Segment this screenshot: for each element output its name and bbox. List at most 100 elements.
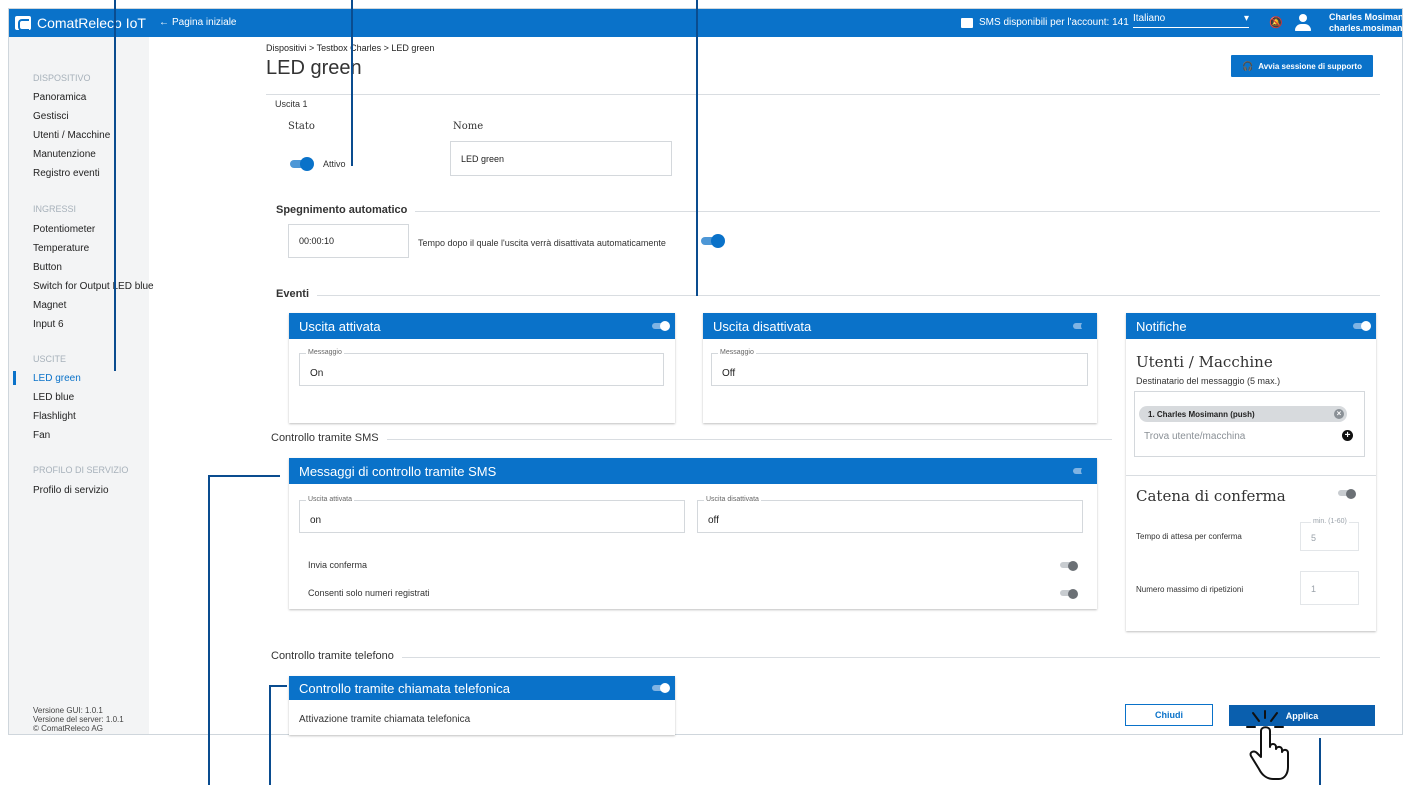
auto-off-time-input[interactable]: 00:00:10 — [288, 224, 409, 258]
event-off-message-field[interactable]: Messaggio Off — [711, 349, 1088, 386]
chain-heading: Catena di conferma — [1136, 487, 1286, 505]
send-confirm-label: Invia conferma — [308, 560, 368, 570]
event-off-card: Uscita disattivata Messaggio Off — [703, 313, 1097, 423]
event-off-title: Uscita disattivata — [713, 318, 812, 334]
sidebar: DISPOSITIVO Panoramica Gestisci Utenti /… — [9, 37, 154, 734]
close-icon[interactable]: × — [1334, 409, 1344, 419]
sidebar-item-flashlight[interactable]: Flashlight — [33, 411, 76, 422]
sidebar-item-button[interactable]: Button — [33, 262, 62, 273]
notifications-divider — [1126, 475, 1376, 476]
sidebar-item-manutenzione[interactable]: Manutenzione — [33, 149, 96, 160]
sms-on-field[interactable]: Uscita attivata on — [299, 496, 685, 533]
home-link[interactable]: ← Pagina iniziale — [159, 17, 237, 28]
message-icon — [961, 17, 973, 28]
sms-off-legend: Uscita disattivata — [704, 496, 761, 503]
event-on-toggle[interactable] — [651, 321, 670, 331]
sms-off-value: off — [708, 515, 719, 526]
sidebar-item-led-green[interactable]: LED green — [33, 373, 81, 384]
sidebar-item-panoramica[interactable]: Panoramica — [33, 92, 86, 103]
recipients-label: Destinatario del messaggio (5 max.) — [1136, 376, 1281, 386]
phone-heading: Controllo tramite telefono — [271, 650, 402, 662]
sms-on-value: on — [310, 515, 322, 526]
event-off-message-value: Off — [722, 368, 736, 379]
wait-value: 5 — [1311, 533, 1317, 543]
callout-line-sms-h — [208, 475, 280, 477]
event-off-message-legend: Messaggio — [718, 349, 756, 356]
event-on-message-field[interactable]: Messaggio On — [299, 349, 664, 386]
name-input[interactable]: LED green — [450, 141, 672, 176]
sidebar-item-input-6[interactable]: Input 6 — [33, 319, 64, 330]
auto-off-heading: Spegnimento automatico — [276, 204, 416, 216]
sidebar-section-profilo: PROFILO DI SERVIZIO — [33, 465, 129, 475]
state-toggle[interactable] — [288, 157, 314, 171]
add-icon[interactable]: + — [1342, 430, 1353, 441]
events-divider — [276, 295, 1380, 296]
notifications-toggle[interactable] — [1352, 321, 1371, 331]
close-button[interactable]: Chiudi — [1125, 704, 1213, 726]
sidebar-section-ingressi: INGRESSI — [33, 204, 77, 214]
auto-off-description: Tempo dopo il quale l'uscita verrà disat… — [418, 238, 666, 248]
output-subtitle: Uscita 1 — [275, 99, 308, 109]
callout-line-state — [351, 0, 353, 166]
callout-line-events — [696, 0, 698, 296]
sidebar-section-dispositivo: DISPOSITIVO — [33, 73, 91, 83]
wait-label: Tempo di attesa per conferma — [1136, 532, 1242, 541]
name-label: Nome — [453, 121, 484, 132]
registered-only-toggle[interactable] — [1059, 588, 1078, 599]
language-select[interactable]: Italiano ▾ — [1133, 13, 1249, 28]
sms-heading: Controllo tramite SMS — [271, 432, 387, 444]
callout-line-sidebar — [114, 0, 116, 371]
app-logo[interactable]: ComatReleco IoT — [15, 15, 146, 31]
repeat-input[interactable]: 1 — [1300, 571, 1359, 605]
user-avatar-icon[interactable] — [1293, 13, 1313, 33]
wait-legend: min. (1-60) — [1311, 518, 1349, 525]
support-session-button[interactable]: 🎧 Avvia sessione di supporto — [1231, 55, 1373, 77]
auto-off-toggle[interactable] — [699, 234, 725, 248]
state-value: Attivo — [323, 159, 346, 169]
callout-line-phone — [269, 686, 271, 785]
bell-off-icon[interactable]: 🔕 — [1269, 16, 1283, 29]
recipient-chip-label: 1. Charles Mosimann (push) — [1148, 409, 1255, 419]
sms-off-field[interactable]: Uscita disattivata off — [697, 496, 1083, 533]
logo-icon — [15, 16, 31, 31]
recipients-box[interactable] — [1134, 391, 1365, 457]
event-off-toggle[interactable] — [1072, 321, 1091, 331]
wait-input[interactable]: min. (1-60) 5 — [1300, 518, 1359, 551]
sidebar-item-gestisci[interactable]: Gestisci — [33, 111, 69, 122]
recipient-chip[interactable]: 1. Charles Mosimann (push) × — [1139, 406, 1347, 422]
sidebar-item-registro-eventi[interactable]: Registro eventi — [33, 168, 100, 179]
registered-only-label: Consenti solo numeri registrati — [308, 588, 430, 598]
sidebar-item-fan[interactable]: Fan — [33, 430, 50, 441]
copyright: © ComatReleco AG — [33, 724, 103, 733]
user-login: charles.mosimann — [1329, 23, 1403, 33]
event-off-card-header: Uscita disattivata — [703, 313, 1097, 339]
user-menu[interactable]: Charles Mosimann charles.mosimann — [1329, 12, 1403, 34]
sidebar-item-switch-led-blue[interactable]: Switch for Output LED blue — [33, 281, 154, 292]
phone-control-toggle[interactable] — [651, 683, 670, 693]
sms-control-toggle[interactable] — [1072, 466, 1091, 476]
app-name: ComatReleco IoT — [37, 15, 146, 31]
sidebar-item-utenti-macchine[interactable]: Utenti / Macchine — [33, 130, 110, 141]
sidebar-item-led-blue[interactable]: LED blue — [33, 392, 74, 403]
server-version: Versione del server: 1.0.1 — [33, 715, 124, 724]
event-on-message-legend: Messaggio — [306, 349, 344, 356]
version-info: Versione GUI: 1.0.1 Versione del server:… — [33, 706, 124, 733]
events-heading: Eventi — [276, 288, 318, 300]
recipient-search-input[interactable]: Trova utente/macchina — [1144, 431, 1245, 442]
users-heading: Utenti / Macchine — [1136, 353, 1273, 371]
sidebar-item-magnet[interactable]: Magnet — [33, 300, 66, 311]
phone-divider — [276, 657, 1380, 658]
sidebar-item-temperature[interactable]: Temperature — [33, 243, 89, 254]
headset-icon: 🎧 — [1242, 60, 1254, 71]
sms-credit-label: SMS disponibili per l'account: 141 — [979, 17, 1129, 28]
callout-line-phone-h — [269, 685, 287, 687]
support-session-label: Avvia sessione di supporto — [1258, 61, 1362, 71]
arrow-left-icon: ← — [159, 17, 169, 28]
sidebar-item-potentiometer[interactable]: Potentiometer — [33, 224, 95, 235]
sms-credit: SMS disponibili per l'account: 141 — [961, 17, 1129, 28]
send-confirm-toggle[interactable] — [1059, 560, 1078, 571]
gui-version: Versione GUI: 1.0.1 — [33, 706, 103, 715]
sidebar-item-profilo-servizio[interactable]: Profilo di servizio — [33, 485, 109, 496]
state-label: Stato — [288, 121, 315, 132]
chain-toggle[interactable] — [1337, 488, 1356, 499]
